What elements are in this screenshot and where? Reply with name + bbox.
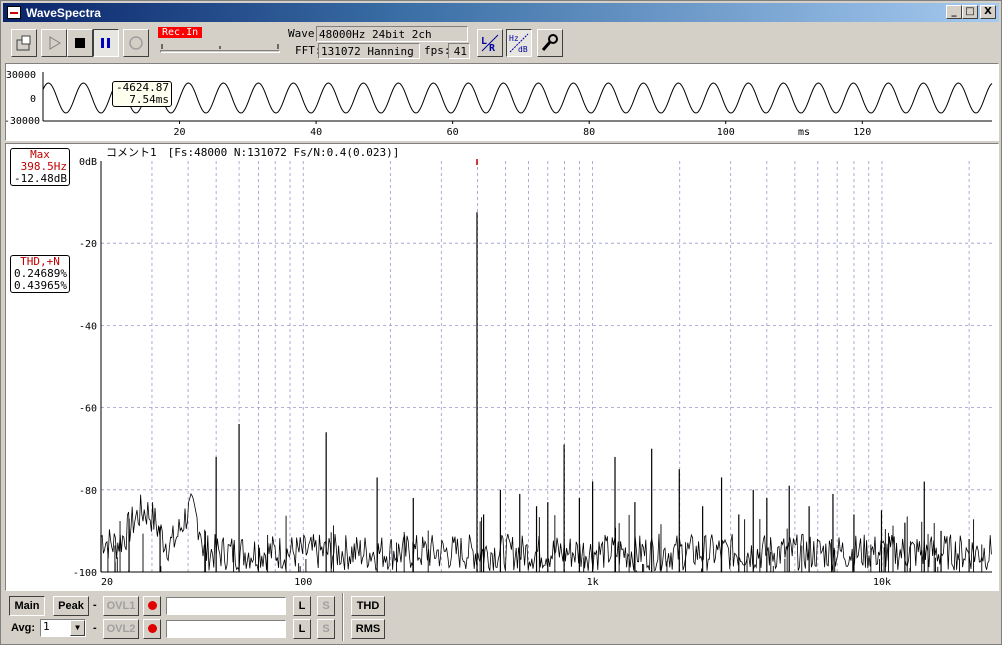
spectrum-xtick-label: 100 <box>294 577 312 588</box>
stop-icon <box>75 38 85 48</box>
avg-selected-value: 1 <box>43 620 50 633</box>
main-button[interactable]: Main <box>9 596 45 616</box>
stop-button[interactable] <box>67 29 93 57</box>
input-level-slider[interactable] <box>160 41 280 57</box>
rms-button[interactable]: RMS <box>351 619 385 639</box>
ovl2-name-field[interactable] <box>166 620 286 638</box>
wave-xaxis: 20 40 60 80 100 120 <box>174 121 871 138</box>
dash-separator-2: - <box>93 622 97 634</box>
wave-cursor-readout: -4624.87 7.54ms <box>112 81 172 107</box>
max-readout: Max 398.5Hz -12.48dB <box>10 148 70 186</box>
wave-x-unit: ms <box>798 127 810 138</box>
maximize-button[interactable]: □ <box>962 5 978 19</box>
spectrum-yaxis: 0dB -20 -40 -60 -80 -100 <box>73 157 97 579</box>
toolbar: Rec.In Wave: 48000Hz 24bit 2ch FFT: 1310… <box>3 24 999 62</box>
spectrum-ytick-label: -40 <box>79 321 97 332</box>
thd-button[interactable]: THD <box>351 596 385 616</box>
spectrum-xtick-label: 1k <box>587 577 599 588</box>
svg-text:Hz: Hz <box>509 34 519 43</box>
svg-text:R: R <box>489 43 496 53</box>
app-window: WaveSpectra _ □ X Rec.In Wave: 48000Hz 2… <box>0 0 1002 645</box>
slider-ticks <box>161 44 279 49</box>
ovl2-record-button[interactable] <box>143 619 161 639</box>
ovl1-button[interactable]: OVL1 <box>103 596 139 616</box>
spectrum-noise-trace <box>100 492 992 572</box>
wave-xtick-label: 80 <box>583 127 595 138</box>
spectrum-harmonic-lines <box>100 159 983 572</box>
ovl2-load-button[interactable]: L <box>293 619 311 639</box>
spectrum-plot[interactable]: コメント1 [Fs:48000 N:131072 Fs/N:0.4(0.023)… <box>6 144 998 590</box>
svg-text:dB: dB <box>518 45 528 54</box>
control-bar: Main Peak - OVL1 L S THD Avg: 1 ▼ - OVL2… <box>3 593 999 643</box>
wave-ytick-top: 30000 <box>6 70 36 81</box>
spectrum-ytick-label: 0dB <box>79 157 97 168</box>
ovl1-load-button[interactable]: L <box>293 596 311 616</box>
peak-button[interactable]: Peak <box>53 596 89 616</box>
chevron-down-icon[interactable]: ▼ <box>70 620 85 636</box>
waveform-panel: 30000 0 -30000 20 40 60 80 100 120 ms -4624.8… <box>4 63 999 141</box>
lr-channel-icon: LR <box>481 34 499 53</box>
window-title: WaveSpectra <box>26 5 101 20</box>
spectrum-grid <box>100 161 992 572</box>
fps-value: 41 <box>448 43 470 59</box>
ovl2-button[interactable]: OVL2 <box>103 619 139 639</box>
spectrum-xtick-label: 10k <box>873 577 891 588</box>
wave-cursor-time: 7.54ms <box>129 93 169 106</box>
title-bar[interactable]: WaveSpectra _ □ X <box>3 3 999 22</box>
max-level: -12.48dB <box>14 172 67 185</box>
wave-xtick-label: 60 <box>447 127 459 138</box>
wave-xtick-label: 120 <box>853 127 871 138</box>
ovl2-save-button[interactable]: S <box>317 619 335 639</box>
spectrum-ytick-label: -20 <box>79 239 97 250</box>
avg-label: Avg: <box>11 622 36 634</box>
play-icon <box>49 36 61 50</box>
spectrum-xaxis: 20 100 1k 10k <box>101 577 891 588</box>
open-file-icon <box>16 35 31 51</box>
spectrum-header: コメント1 [Fs:48000 N:131072 Fs/N:0.4(0.023)… <box>106 146 399 159</box>
record-button[interactable] <box>123 29 149 57</box>
pause-button[interactable] <box>93 29 119 57</box>
dash-separator-1: - <box>93 599 97 611</box>
wave-xtick-label: 40 <box>310 127 322 138</box>
pause-icon <box>101 38 110 48</box>
ovl1-name-field[interactable] <box>166 597 286 615</box>
open-file-button[interactable] <box>11 29 37 57</box>
lr-channel-button[interactable]: LR <box>477 29 503 57</box>
wave-format-field: 48000Hz 24bit 2ch <box>316 26 468 42</box>
ovl1-record-button[interactable] <box>143 596 161 616</box>
settings-wrench-icon <box>541 34 558 51</box>
app-icon[interactable] <box>7 6 21 19</box>
avg-select[interactable]: 1 ▼ <box>40 619 86 637</box>
close-button[interactable]: X <box>980 5 996 19</box>
settings-button[interactable] <box>537 29 563 57</box>
fft-setting-field: 131072 Hanning <box>318 43 420 59</box>
waveform-trace <box>42 82 993 114</box>
play-button[interactable] <box>41 29 67 57</box>
spectrum-ytick-label: -60 <box>79 404 97 415</box>
spectrum-ytick-label: -80 <box>79 486 97 497</box>
svg-text:L: L <box>481 36 487 47</box>
wave-ytick-mid: 0 <box>30 94 36 105</box>
thd-readout: THD,+N 0.24689% 0.43965% <box>10 255 70 293</box>
wave-ytick-bottom: -30000 <box>6 116 40 127</box>
spectrum-ytick-label: -100 <box>73 568 97 579</box>
wave-xtick-label: 100 <box>717 127 735 138</box>
record-icon <box>129 36 143 50</box>
minimize-button[interactable]: _ <box>946 5 962 19</box>
ovl1-save-button[interactable]: S <box>317 596 335 616</box>
wave-xtick-label: 20 <box>174 127 186 138</box>
divider <box>342 593 344 641</box>
hz-db-button[interactable]: Hz dB <box>506 29 532 57</box>
hz-db-icon: Hz dB <box>509 33 529 54</box>
spectrum-xtick-label: 20 <box>101 577 113 588</box>
fps-label: fps: <box>424 44 451 57</box>
spectrum-panel: コメント1 [Fs:48000 N:131072 Fs/N:0.4(0.023)… <box>5 143 999 591</box>
rec-input-label: Rec.In <box>158 27 203 38</box>
thdn-value: 0.43965% <box>14 279 67 292</box>
